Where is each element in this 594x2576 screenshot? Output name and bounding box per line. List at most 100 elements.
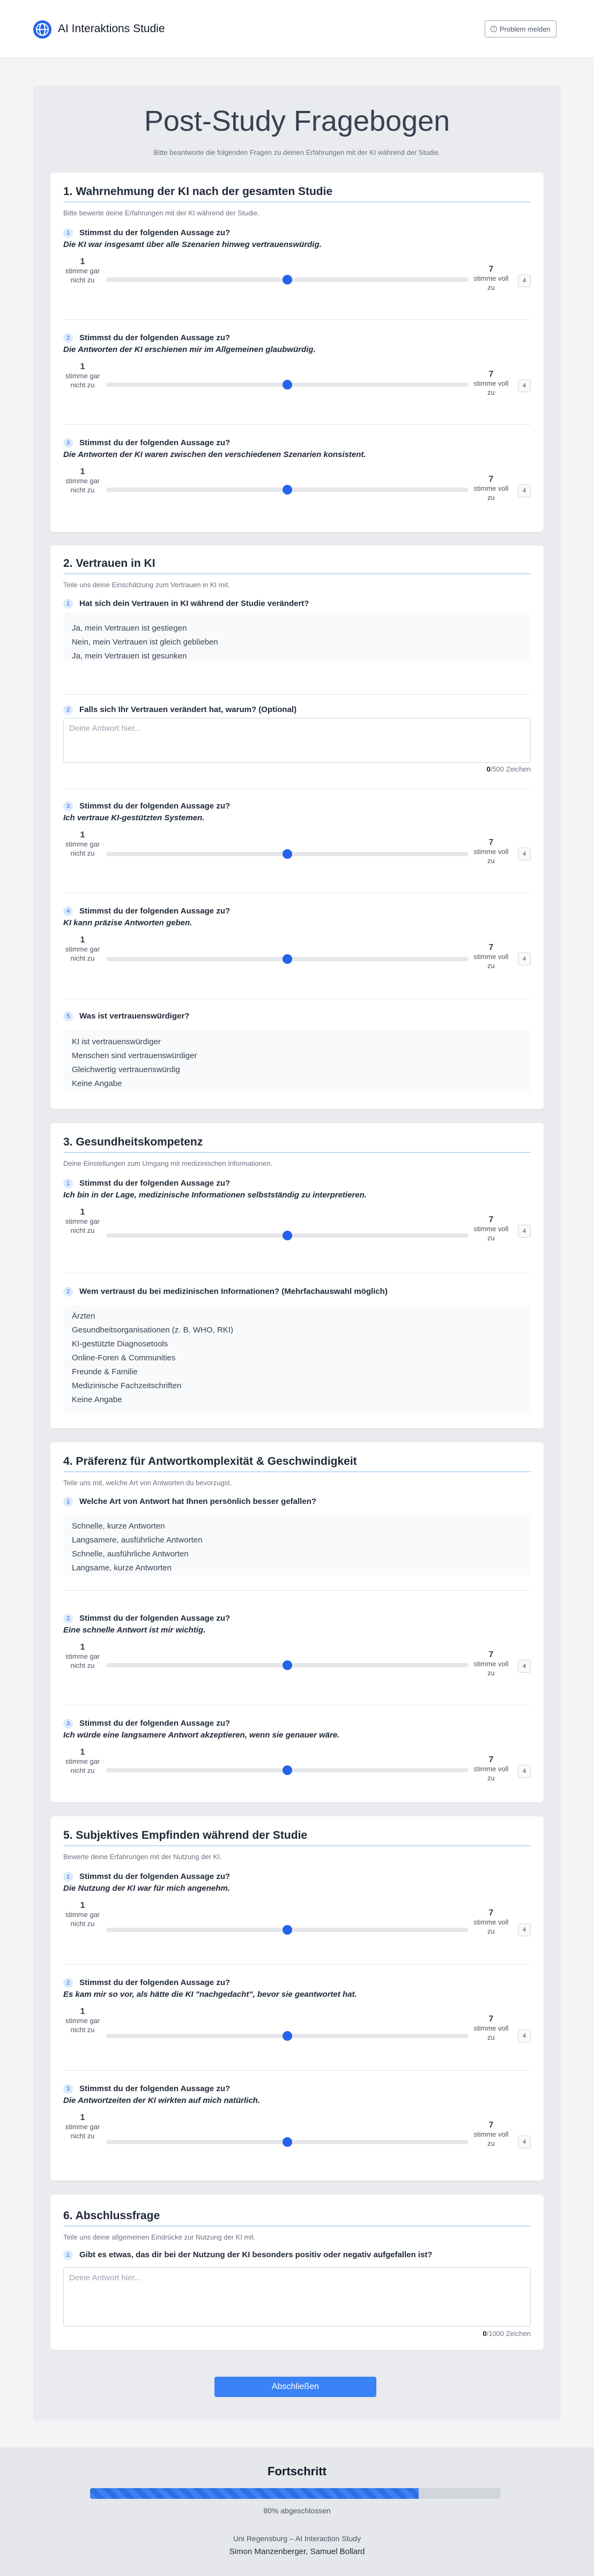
slider-value: 4 xyxy=(518,1765,531,1778)
section-divider xyxy=(63,2226,531,2227)
likert-slider[interactable] xyxy=(106,1660,469,1670)
question-statement: Ich würde eine langsamere Antwort akzept… xyxy=(63,1731,340,1740)
checkbox-option[interactable]: Freunde & Familie xyxy=(72,1367,138,1376)
question-statement: Ich vertraue KI-gestützten Systemen. xyxy=(63,813,205,822)
scale-min-label: 1 stimme gar nicht zu xyxy=(65,467,100,494)
question-heading: Stimmst du der folgenden Aussage zu? xyxy=(79,907,231,916)
radio-option[interactable]: Langsame, kurze Antworten xyxy=(72,1563,172,1572)
question-statement: Eine schnelle Antwort ist mir wichtig. xyxy=(63,1626,206,1635)
scale-max-label: 7 stimme voll zu xyxy=(473,1650,509,1677)
section-title: 1. Wahrnehmung der KI nach der gesamten … xyxy=(63,185,333,198)
likert-slider[interactable] xyxy=(106,1765,469,1775)
question-number: 1 xyxy=(63,228,73,238)
section-title: 2. Vertrauen in KI xyxy=(63,557,155,570)
radio-option[interactable]: KI ist vertrauenswürdiger xyxy=(72,1037,161,1046)
scale-min-label: 1 stimme gar nicht zu xyxy=(65,257,100,284)
checkbox-option[interactable]: Medizinische Fachzeitschriften xyxy=(72,1381,181,1390)
likert-slider[interactable] xyxy=(106,954,469,964)
likert-slider[interactable] xyxy=(106,2137,469,2147)
checkbox-option[interactable]: KI-gestützte Diagnosetools xyxy=(72,1339,168,1349)
slider-thumb[interactable] xyxy=(283,1925,292,1935)
question-number: 3 xyxy=(63,1719,73,1728)
scale-max-label: 7 stimme voll zu xyxy=(473,2121,509,2147)
answer-textarea[interactable]: Deine Antwort hier... xyxy=(63,2267,531,2326)
section-description: Bitte bewerte deine Erfahrungen mit der … xyxy=(63,209,259,217)
radio-option[interactable]: Ja, mein Vertrauen ist gestiegen xyxy=(72,624,187,633)
report-problem-label: Problem melden xyxy=(500,25,551,33)
likert-slider[interactable] xyxy=(106,275,469,284)
scale-min-label: 1 stimme gar nicht zu xyxy=(65,830,100,857)
slider-thumb[interactable] xyxy=(283,954,292,964)
slider-thumb[interactable] xyxy=(283,380,292,390)
radio-option[interactable]: Nein, mein Vertrauen ist gleich gebliebe… xyxy=(72,638,218,647)
scale-max-label: 7 stimme voll zu xyxy=(473,370,509,396)
radio-option[interactable]: Ja, mein Vertrauen ist gesunken xyxy=(72,652,187,661)
question-divider xyxy=(63,424,531,425)
checkbox-option[interactable]: Keine Angabe xyxy=(72,1395,122,1404)
question-heading: Stimmst du der folgenden Aussage zu? xyxy=(79,333,231,342)
section-description: Deine Einstellungen zum Umgang mit mediz… xyxy=(63,1159,273,1167)
question-statement: Die Antwortzeiten der KI wirkten auf mic… xyxy=(63,2096,260,2105)
section-card: 2. Vertrauen in KI Teile uns deine Einsc… xyxy=(50,545,544,1109)
question-heading: Wem vertraust du bei medizinischen Infor… xyxy=(79,1287,388,1296)
likert-slider[interactable] xyxy=(106,380,469,390)
radio-option[interactable]: Langsamere, ausführliche Antworten xyxy=(72,1536,202,1545)
scale-min-label: 1 stimme gar nicht zu xyxy=(65,1208,100,1234)
radio-option[interactable]: Gleichwertig vertrauenswürdig xyxy=(72,1065,180,1074)
question-heading: Stimmst du der folgenden Aussage zu? xyxy=(79,228,231,237)
section-description: Teile uns deine Einschätzung zum Vertrau… xyxy=(63,581,230,589)
slider-thumb[interactable] xyxy=(283,1231,292,1240)
question-heading: Gibt es etwas, das dir bei der Nutzung d… xyxy=(79,2250,433,2259)
radio-option[interactable]: Menschen sind vertrauenswürdiger xyxy=(72,1051,197,1060)
report-problem-button[interactable]: ! Problem melden xyxy=(485,20,556,38)
scale-min-label: 1 stimme gar nicht zu xyxy=(65,1901,100,1928)
slider-value: 4 xyxy=(518,1225,531,1238)
question-number: 1 xyxy=(63,2250,73,2260)
slider-value: 4 xyxy=(518,1923,531,1936)
likert-slider[interactable] xyxy=(106,1231,469,1240)
question-statement: Die KI war insgesamt über alle Szenarien… xyxy=(63,240,322,249)
question-number: 1 xyxy=(63,1179,73,1188)
section-title: 4. Präferenz für Antwortkomplexität & Ge… xyxy=(63,1455,357,1467)
question-divider xyxy=(63,1964,531,1965)
progress-label: 80% abgeschlossen xyxy=(263,2506,331,2515)
checkbox-option[interactable]: Ärzten xyxy=(72,1312,95,1321)
slider-thumb[interactable] xyxy=(283,1660,292,1670)
question-number: 2 xyxy=(63,705,73,715)
app-title: AI Interaktions Studie xyxy=(58,23,165,35)
question-heading: Stimmst du der folgenden Aussage zu? xyxy=(79,1179,231,1188)
checkbox-option[interactable]: Online-Foren & Communities xyxy=(72,1353,175,1362)
checkbox-option[interactable]: Gesundheitsorganisationen (z. B. WHO, RK… xyxy=(72,1326,233,1335)
scale-min-label: 1 stimme gar nicht zu xyxy=(65,1748,100,1774)
progress-title: Fortschritt xyxy=(268,2465,326,2478)
radio-option[interactable]: Schnelle, kurze Antworten xyxy=(72,1522,165,1531)
likert-slider[interactable] xyxy=(106,1925,469,1935)
section-divider xyxy=(63,573,531,574)
section-description: Teile uns deine allgemeinen Eindrücke zu… xyxy=(63,2233,256,2241)
question-heading: Stimmst du der folgenden Aussage zu? xyxy=(79,2084,231,2093)
likert-slider[interactable] xyxy=(106,2031,469,2041)
finish-button[interactable]: Abschließen xyxy=(214,2377,376,2397)
section-card: 4. Präferenz für Antwortkomplexität & Ge… xyxy=(50,1442,544,1802)
section-divider xyxy=(63,201,531,203)
slider-thumb[interactable] xyxy=(283,485,292,495)
section-card: 1. Wahrnehmung der KI nach der gesamten … xyxy=(50,173,544,532)
slider-thumb[interactable] xyxy=(283,1765,292,1775)
likert-slider[interactable] xyxy=(106,485,469,495)
slider-thumb[interactable] xyxy=(283,2137,292,2147)
section-divider xyxy=(63,1845,531,1846)
slider-thumb[interactable] xyxy=(283,849,292,859)
question-number: 2 xyxy=(63,1978,73,1988)
answer-textarea[interactable]: Deine Antwort hier... xyxy=(63,718,531,763)
progress-bar xyxy=(90,2488,501,2499)
likert-slider[interactable] xyxy=(106,849,469,859)
question-number: 5 xyxy=(63,1012,73,1021)
radio-option[interactable]: Schnelle, ausführliche Antworten xyxy=(72,1549,189,1559)
slider-value: 4 xyxy=(518,379,531,392)
radio-option[interactable]: Keine Angabe xyxy=(72,1079,122,1088)
slider-value: 4 xyxy=(518,274,531,287)
slider-thumb[interactable] xyxy=(283,275,292,284)
top-bar: AI Interaktions Studie ! Problem melden xyxy=(0,0,594,58)
slider-thumb[interactable] xyxy=(283,2031,292,2041)
character-counter: 0/500 Zeichen xyxy=(486,765,531,773)
